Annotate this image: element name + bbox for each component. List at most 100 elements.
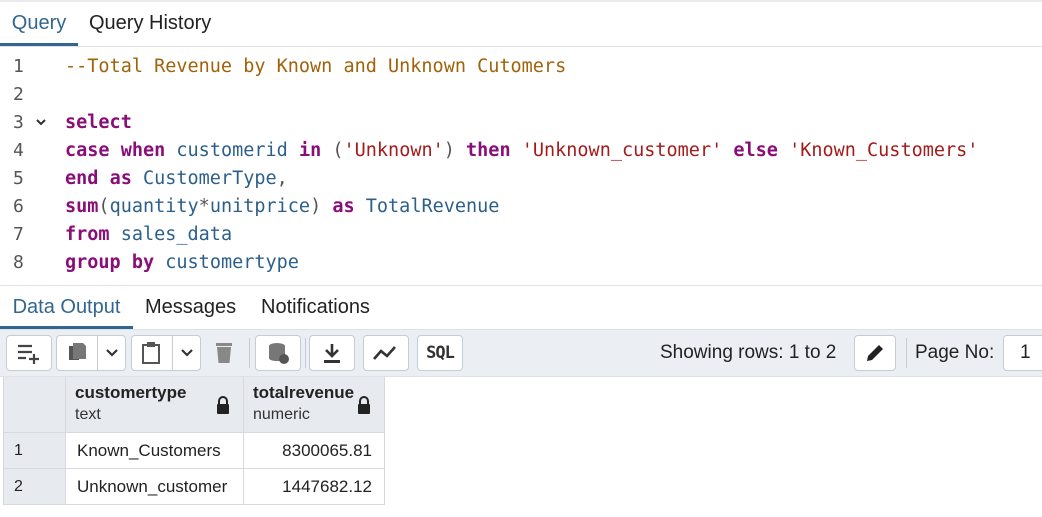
column-header-customertype[interactable]: customertype text xyxy=(66,377,244,433)
keyword-token: select xyxy=(65,112,132,133)
table-cell[interactable]: 1447682.12 xyxy=(244,469,385,505)
tab-query-history[interactable]: Query History xyxy=(89,2,211,46)
download-button[interactable] xyxy=(309,335,355,371)
row-number[interactable]: 2 xyxy=(3,469,66,505)
code-line: --Total Revenue by Known and Unknown Cut… xyxy=(65,53,566,81)
row-number[interactable]: 1 xyxy=(3,433,66,469)
copy-icon xyxy=(65,341,89,365)
grid-corner[interactable] xyxy=(3,377,66,433)
identifier-token: unitprice xyxy=(209,196,311,217)
sql-editor[interactable]: 1 --Total Revenue by Known and Unknown C… xyxy=(0,47,1042,286)
punct-token: ) xyxy=(310,196,322,217)
keyword-token: end xyxy=(65,168,99,189)
line-number: 7 xyxy=(13,224,24,245)
paste-button[interactable] xyxy=(131,335,201,371)
delete-button[interactable] xyxy=(204,335,244,371)
keyword-token: else xyxy=(733,140,778,161)
line-number: 4 xyxy=(13,140,24,161)
punct-token: ( xyxy=(98,196,110,217)
keyword-token: from xyxy=(65,224,110,245)
code-line: end as CustomerType, xyxy=(65,165,288,193)
punct-token: * xyxy=(198,196,210,217)
editor-line: 4 case when customerid in ('Unknown') th… xyxy=(0,137,1042,165)
graph-visualiser-button[interactable] xyxy=(363,335,409,371)
identifier-token: sales_data xyxy=(120,224,233,245)
tab-messages[interactable]: Messages xyxy=(145,287,236,329)
table-cell[interactable]: Known_Customers xyxy=(66,433,244,469)
editor-line: 1 --Total Revenue by Known and Unknown C… xyxy=(0,53,1042,81)
save-data-button[interactable] xyxy=(255,335,301,371)
identifier-token: TotalRevenue xyxy=(365,196,500,217)
page-number-label: Page No: xyxy=(915,342,995,363)
keyword-token: as xyxy=(332,196,355,217)
toolbar-separator xyxy=(906,338,907,368)
delete-icon xyxy=(214,341,234,365)
identifier-token: CustomerType xyxy=(142,168,277,189)
line-number: 5 xyxy=(13,168,24,189)
data-output-toolbar: SQL Showing rows: 1 to 2 Page No: 1 xyxy=(0,330,1042,377)
identifier-token: customertype xyxy=(165,252,299,273)
line-number: 3 xyxy=(13,112,24,133)
graph-icon xyxy=(372,343,400,363)
chevron-down-icon[interactable] xyxy=(180,347,194,359)
split-divider xyxy=(172,336,173,370)
toolbar-separator xyxy=(305,338,306,368)
rows-count-text: Showing rows: 1 to 2 xyxy=(660,342,837,363)
keyword-token: by xyxy=(131,252,155,273)
editor-line: 5 end as CustomerType, xyxy=(0,165,1042,193)
keyword-token: group xyxy=(65,252,121,273)
identifier-token: customerid xyxy=(176,140,288,161)
fold-chevron-down-icon[interactable] xyxy=(35,109,47,137)
edit-icon xyxy=(864,342,886,364)
lock-icon xyxy=(216,396,230,419)
keyword-token: case xyxy=(65,140,110,161)
string-token: 'Unknown_customer' xyxy=(521,140,723,161)
keyword-token: in xyxy=(298,140,322,161)
add-row-button[interactable] xyxy=(6,335,52,371)
copy-button[interactable] xyxy=(56,335,126,371)
column-name: totalrevenue xyxy=(253,383,355,402)
split-divider xyxy=(97,336,98,370)
code-line: case when customerid in ('Unknown') then… xyxy=(65,137,978,165)
keyword-token: sum xyxy=(65,196,99,217)
column-type: numeric xyxy=(253,406,310,423)
line-number: 1 xyxy=(13,56,24,77)
line-number: 8 xyxy=(13,252,24,273)
paste-icon xyxy=(140,341,162,365)
punct-token: , xyxy=(276,168,288,189)
edit-rows-button[interactable] xyxy=(854,335,896,371)
punct-token: ( xyxy=(332,140,344,161)
keyword-token: when xyxy=(120,140,166,161)
chevron-down-icon[interactable] xyxy=(105,347,119,359)
sql-button[interactable]: SQL xyxy=(417,335,463,371)
editor-line: 6 sum(quantity*unitprice) as TotalRevenu… xyxy=(0,193,1042,221)
column-type: text xyxy=(75,406,101,423)
page-number-input[interactable]: 1 xyxy=(1003,335,1042,371)
query-tab-bar: Query Query History xyxy=(0,2,1042,47)
output-tab-bar: Data Output Messages Notifications xyxy=(0,287,1042,330)
table-cell[interactable]: 8300065.81 xyxy=(244,433,385,469)
sql-icon: SQL xyxy=(426,343,455,363)
editor-line: 8 group by customertype xyxy=(0,249,1042,277)
tab-notifications[interactable]: Notifications xyxy=(261,287,370,329)
lock-icon xyxy=(357,396,371,419)
keyword-token: as xyxy=(109,168,132,189)
save-data-icon xyxy=(266,341,290,365)
tab-query[interactable]: Query xyxy=(0,2,78,46)
table-cell[interactable]: Unknown_customer xyxy=(66,469,244,505)
punct-token: ) xyxy=(443,140,455,161)
column-header-totalrevenue[interactable]: totalrevenue numeric xyxy=(244,377,385,433)
tab-data-output[interactable]: Data Output xyxy=(0,287,133,329)
column-name: customertype xyxy=(75,383,187,402)
line-number: 6 xyxy=(13,196,24,217)
code-line: select xyxy=(65,109,132,137)
